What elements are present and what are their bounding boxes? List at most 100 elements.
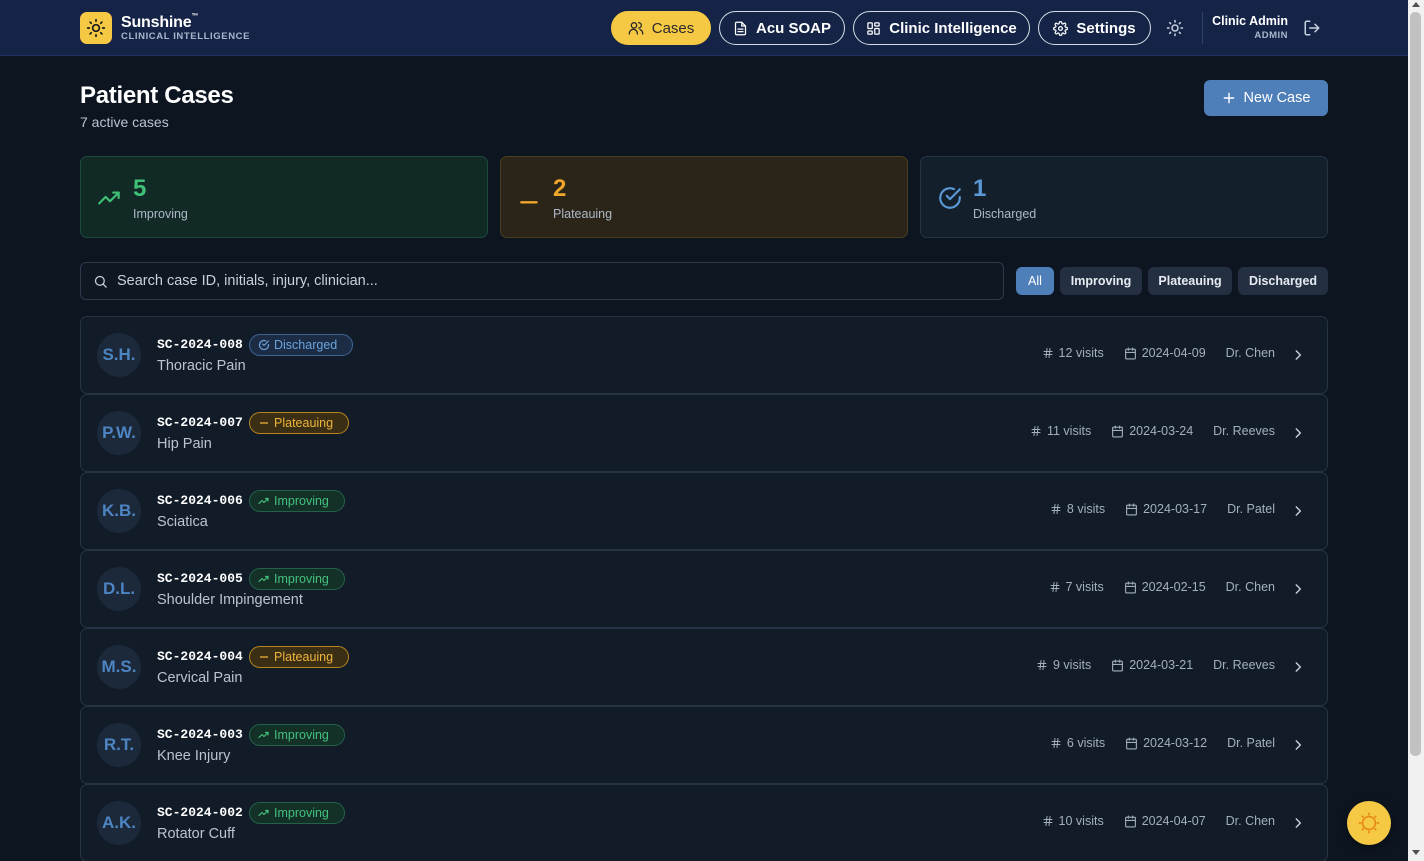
floating-sun-button[interactable] xyxy=(1347,801,1391,845)
stat-value: 2 xyxy=(553,175,567,202)
case-injury: Knee Injury xyxy=(157,748,231,764)
chevron-right-icon xyxy=(1295,506,1302,516)
filter-chip-discharged[interactable]: Discharged xyxy=(1238,267,1328,295)
stat-card-discharged: 1 Discharged xyxy=(920,156,1328,238)
case-meta: 7 visits 2024-02-15 Dr. Chen xyxy=(1049,580,1275,594)
avatar: R.T. xyxy=(97,723,141,767)
case-meta: 11 visits 2024-03-24 Dr. Reeves xyxy=(1030,424,1275,438)
hash-icon xyxy=(1043,348,1053,358)
page-title: Patient Cases xyxy=(80,82,234,109)
search-input[interactable] xyxy=(117,263,977,299)
document-icon xyxy=(734,21,747,35)
case-id: SC-2024-002 xyxy=(157,805,243,820)
check-circle-icon xyxy=(258,339,270,351)
calendar-icon xyxy=(1124,815,1136,827)
calendar-icon xyxy=(1112,659,1124,671)
case-date: 2024-03-12 xyxy=(1125,736,1207,750)
case-row[interactable]: S.H. SC-2024-008 Discharged Thoracic Pain 12… xyxy=(80,316,1328,394)
brand-name: Sunshine™ xyxy=(121,13,199,31)
visit-count: 6 visits xyxy=(1050,736,1105,750)
grid-icon xyxy=(867,21,880,35)
case-date: 2024-04-07 xyxy=(1124,814,1206,828)
logout-icon[interactable] xyxy=(1303,19,1321,37)
chevron-right-icon xyxy=(1295,584,1302,594)
case-injury: Sciatica xyxy=(157,514,208,530)
hash-icon xyxy=(1051,504,1061,514)
case-date: 2024-02-15 xyxy=(1124,580,1206,594)
avatar: S.H. xyxy=(97,333,141,377)
users-icon xyxy=(628,22,644,35)
brand-logo[interactable] xyxy=(80,12,112,44)
avatar: M.S. xyxy=(97,645,141,689)
user-name: Clinic Admin xyxy=(1212,14,1288,28)
case-id: SC-2024-004 xyxy=(157,649,243,664)
avatar: P.W. xyxy=(97,411,141,455)
calendar-icon xyxy=(1126,503,1138,515)
hash-icon xyxy=(1037,660,1047,670)
case-clinician: Dr. Patel xyxy=(1227,736,1275,750)
chevron-right-icon xyxy=(1295,818,1302,828)
minus-icon xyxy=(259,422,269,424)
chevron-right-icon xyxy=(1295,740,1302,750)
user-info: Clinic Admin ADMIN xyxy=(1196,14,1288,41)
case-clinician: Dr. Reeves xyxy=(1213,424,1275,438)
status-badge: Plateauing xyxy=(249,412,349,434)
nav-acu-soap-button[interactable]: Acu SOAP xyxy=(719,11,845,45)
stat-value: 5 xyxy=(133,175,147,202)
case-meta: 6 visits 2024-03-12 Dr. Patel xyxy=(1050,736,1275,750)
visit-count: 8 visits xyxy=(1050,502,1105,516)
avatar: A.K. xyxy=(97,801,141,845)
nav-clinic-intelligence-button[interactable]: Clinic Intelligence xyxy=(853,11,1030,45)
case-row[interactable]: A.K. SC-2024-002 Improving Rotator Cuff 10 v… xyxy=(80,784,1328,861)
visit-count: 9 visits xyxy=(1036,658,1091,672)
filter-chip-plateauing[interactable]: Plateauing xyxy=(1148,267,1232,295)
trending-up-icon xyxy=(258,809,269,817)
case-date: 2024-03-21 xyxy=(1111,658,1193,672)
scrollbar-thumb[interactable] xyxy=(1410,12,1421,756)
case-clinician: Dr. Reeves xyxy=(1213,658,1275,672)
visit-count: 11 visits xyxy=(1030,424,1091,438)
theme-toggle-sun-icon[interactable] xyxy=(1166,19,1184,37)
brand-subtitle: CLINICAL INTELLIGENCE xyxy=(121,31,251,42)
case-meta: 8 visits 2024-03-17 Dr. Patel xyxy=(1050,502,1275,516)
status-badge: Improving xyxy=(249,802,345,824)
case-row[interactable]: K.B. SC-2024-006 Improving Sciatica 8 visits… xyxy=(80,472,1328,550)
stat-value: 1 xyxy=(973,175,987,202)
status-badge: Improving xyxy=(249,568,345,590)
visit-count: 7 visits xyxy=(1049,580,1104,594)
case-row[interactable]: D.L. SC-2024-005 Improving Shoulder Impinge… xyxy=(80,550,1328,628)
hash-icon xyxy=(1043,816,1053,826)
nav-settings-button[interactable]: Settings xyxy=(1038,11,1151,45)
trending-up-icon xyxy=(258,497,269,505)
sun-icon xyxy=(86,18,106,38)
stat-label: Discharged xyxy=(973,207,1037,221)
trending-up-icon xyxy=(98,191,120,205)
case-clinician: Dr. Chen xyxy=(1225,346,1275,360)
avatar: D.L. xyxy=(97,567,141,611)
filter-chip-improving[interactable]: Improving xyxy=(1060,267,1142,295)
calendar-icon xyxy=(1112,425,1124,437)
case-id: SC-2024-003 xyxy=(157,727,243,742)
minus-icon xyxy=(520,201,538,204)
scroll-down-arrow-icon[interactable] xyxy=(1412,850,1420,855)
hash-icon xyxy=(1051,738,1061,748)
case-id: SC-2024-005 xyxy=(157,571,243,586)
stat-label: Plateauing xyxy=(553,207,613,221)
case-injury: Shoulder Impingement xyxy=(157,592,303,608)
chevron-right-icon xyxy=(1295,350,1302,360)
case-row[interactable]: R.T. SC-2024-003 Improving Knee Injury 6 vis… xyxy=(80,706,1328,784)
case-row[interactable]: M.S. SC-2024-004 Plateauing Cervical Pain 9 … xyxy=(80,628,1328,706)
check-circle-icon xyxy=(939,187,961,209)
case-row[interactable]: P.W. SC-2024-007 Plateauing Hip Pain 11 visi… xyxy=(80,394,1328,472)
hash-icon xyxy=(1050,582,1059,592)
filter-chip-all[interactable]: All xyxy=(1016,267,1054,295)
gear-icon xyxy=(1053,20,1069,36)
page-subtitle: 7 active cases xyxy=(80,114,169,130)
scroll-up-arrow-icon[interactable] xyxy=(1412,2,1420,7)
nav-cases-button[interactable]: Cases xyxy=(611,11,711,45)
new-case-button[interactable]: New Case xyxy=(1204,80,1328,116)
visit-count: 12 visits xyxy=(1042,346,1104,360)
stat-label: Improving xyxy=(133,207,188,221)
case-clinician: Dr. Patel xyxy=(1227,502,1275,516)
case-date: 2024-03-24 xyxy=(1111,424,1193,438)
